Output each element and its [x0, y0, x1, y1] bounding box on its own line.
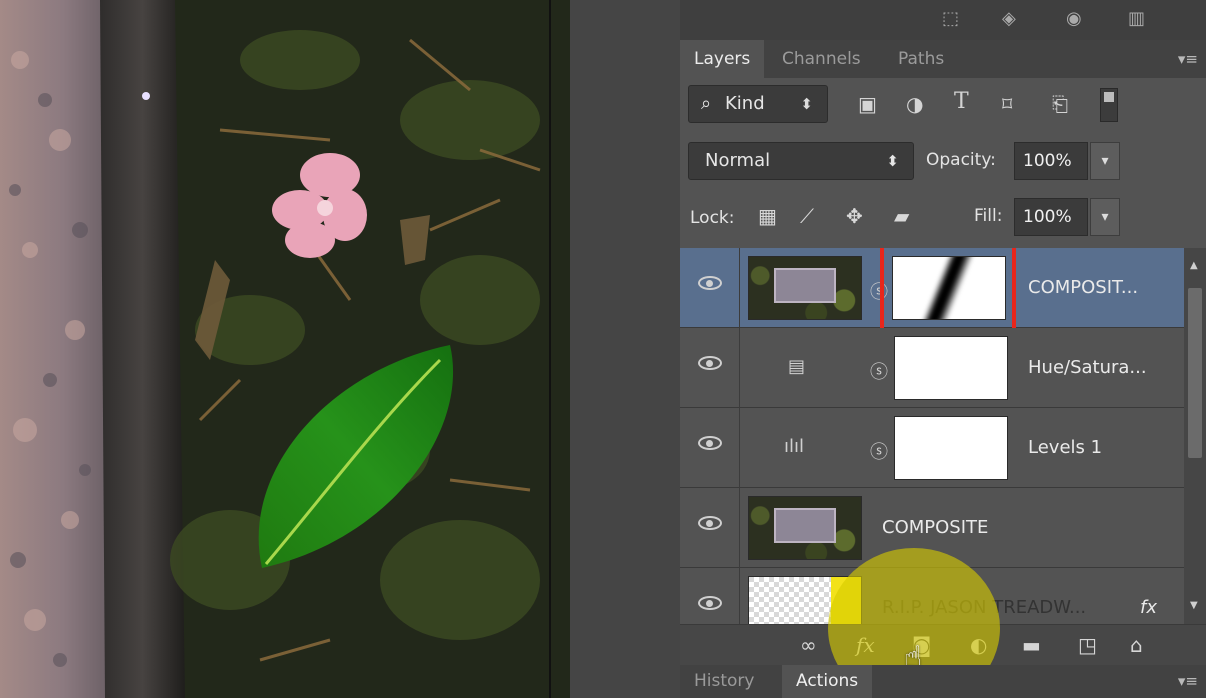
new-group-icon[interactable]: ▬: [1022, 633, 1041, 657]
photo-image: [0, 0, 570, 698]
mask-highlight-box: [880, 248, 1016, 333]
filter-kind-select[interactable]: ⌕ Kind ⬍: [688, 85, 828, 123]
tab-history[interactable]: History: [680, 665, 768, 698]
opacity-input[interactable]: 100%: [1014, 142, 1088, 180]
document-canvas[interactable]: [0, 0, 570, 698]
visibility-toggle[interactable]: [680, 328, 740, 408]
layer-row-hue-saturation[interactable]: ▤ ⓢ Hue/Satura...: [680, 328, 1184, 408]
panel-menu-icon[interactable]: ▾≡: [1178, 665, 1198, 698]
blend-mode-select[interactable]: Normal ⬍: [688, 142, 914, 180]
layers-panel: ⬚ ◈ ◉ ▥ Layers Channels Paths ▾≡ ⌕ Kind …: [680, 0, 1206, 698]
fill-input[interactable]: 100%: [1014, 198, 1088, 236]
visibility-toggle[interactable]: [680, 248, 740, 328]
link-layers-icon[interactable]: ∞: [800, 633, 817, 657]
panel-menu-icon[interactable]: ▾≡: [1178, 40, 1198, 78]
marquee-icon[interactable]: ⬚: [942, 8, 959, 29]
lock-all-icon[interactable]: ▰: [894, 204, 909, 228]
blend-mode-value: Normal: [705, 150, 771, 171]
scroll-up-icon[interactable]: ▲: [1190, 260, 1198, 271]
hue-saturation-icon[interactable]: ▤: [788, 356, 805, 377]
adjustment-filter-icon[interactable]: ◑: [906, 92, 923, 116]
panel-header-strip: ⬚ ◈ ◉ ▥: [680, 0, 1206, 40]
layer-name[interactable]: Hue/Satura...: [1028, 328, 1147, 408]
lock-transparent-icon[interactable]: ▦: [758, 204, 777, 228]
search-icon: ⌕: [701, 93, 712, 114]
filter-toggle[interactable]: [1100, 88, 1118, 122]
lock-brush-icon[interactable]: ⟋: [800, 204, 814, 228]
opacity-label: Opacity:: [926, 150, 996, 170]
blend-row: Normal ⬍ Opacity: 100% ▾: [680, 132, 1206, 190]
eye-icon: [698, 516, 722, 530]
scroll-thumb[interactable]: [1188, 288, 1202, 458]
visibility-toggle[interactable]: [680, 568, 740, 624]
layer-name[interactable]: COMPOSIT...: [1028, 248, 1138, 328]
layer-thumbnail[interactable]: [748, 256, 862, 320]
opacity-dropdown-button[interactable]: ▾: [1090, 142, 1120, 180]
fill-dropdown-button[interactable]: ▾: [1090, 198, 1120, 236]
visibility-toggle[interactable]: [680, 408, 740, 488]
layer-row-composite-copy[interactable]: ⓢ COMPOSIT...: [680, 248, 1184, 333]
fx-badge-icon[interactable]: fx: [1140, 568, 1157, 624]
workspace-background: [570, 0, 680, 698]
shape-filter-icon[interactable]: ⌑: [1002, 92, 1012, 116]
layer-mask-thumbnail[interactable]: [894, 336, 1008, 400]
chevron-updown-icon: ⬍: [886, 152, 899, 170]
eye-icon: [698, 436, 722, 450]
chevron-updown-icon: ⬍: [800, 95, 813, 113]
history-actions-tabs: History Actions ▾≡: [680, 665, 1206, 698]
diamond-icon[interactable]: ◈: [1002, 8, 1016, 29]
trash-icon[interactable]: ▥: [1128, 8, 1145, 29]
chain-link-icon[interactable]: ⓢ: [870, 438, 888, 464]
eye-icon: [698, 356, 722, 370]
lock-move-icon[interactable]: ✥: [846, 204, 863, 228]
levels-histogram-icon[interactable]: ılıl: [784, 436, 804, 457]
fill-label: Fill:: [974, 206, 1003, 226]
lock-row: Lock: ▦ ⟋ ✥ ▰ Fill: 100% ▾: [680, 190, 1206, 246]
lock-label: Lock:: [690, 208, 735, 228]
layer-mask-thumbnail[interactable]: [894, 416, 1008, 480]
tab-actions[interactable]: Actions: [782, 665, 873, 698]
filter-kind-label: Kind: [725, 93, 765, 114]
eye-icon: [698, 276, 722, 290]
image-filter-icon[interactable]: ▣: [858, 92, 877, 116]
layers-scrollbar[interactable]: ▲ ▼: [1184, 248, 1206, 624]
smart-object-filter-icon[interactable]: ⎗: [1052, 92, 1068, 116]
trash-icon[interactable]: ⌂: [1130, 633, 1143, 657]
new-layer-icon[interactable]: ◳: [1078, 633, 1097, 657]
eye-icon: [698, 596, 722, 610]
tab-channels[interactable]: Channels: [768, 40, 875, 78]
panel-tabs: Layers Channels Paths ▾≡: [680, 40, 1206, 78]
layer-name[interactable]: Levels 1: [1028, 408, 1102, 488]
layer-thumbnail[interactable]: [748, 496, 862, 560]
layer-row-levels[interactable]: ılıl ⓢ Levels 1: [680, 408, 1184, 488]
tab-paths[interactable]: Paths: [884, 40, 958, 78]
scroll-down-icon[interactable]: ▼: [1190, 600, 1198, 611]
chain-link-icon[interactable]: ⓢ: [870, 358, 888, 384]
type-filter-icon[interactable]: T: [954, 89, 969, 114]
visibility-toggle[interactable]: [680, 488, 740, 568]
filter-row: ⌕ Kind ⬍ ▣ ◑ T ⌑ ⎗: [680, 78, 1206, 132]
tab-layers[interactable]: Layers: [680, 40, 765, 78]
eye-outline-icon[interactable]: ◉: [1066, 8, 1082, 29]
